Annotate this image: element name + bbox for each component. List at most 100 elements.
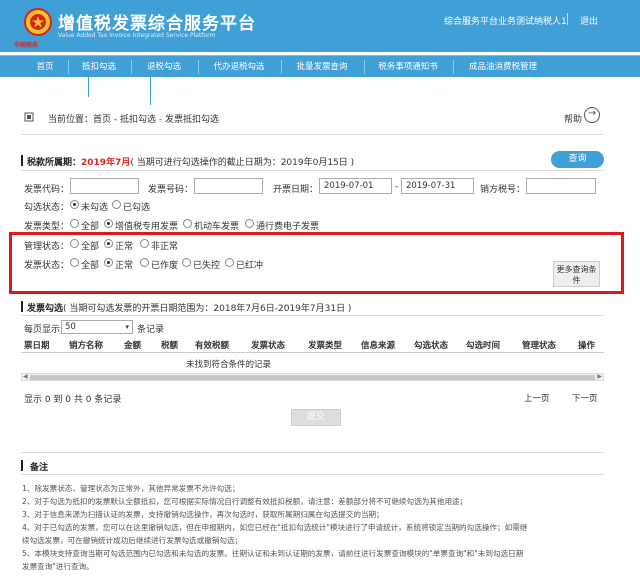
col-seller-name[interactable]: 销方名称 [69,339,103,351]
period-note: ( 当期可进行勾选操作的截止日期为：2019年0月15日 ) [130,158,355,168]
check-checked-label: 已勾选 [123,203,151,213]
invoice-section-note: ( 当期可勾选发票的开票日期范围为：2018年7月6日-2019年7月31日 ) [63,304,352,314]
header-divider [567,13,568,25]
status-normal-radio[interactable] [104,258,113,267]
date-to-input[interactable]: 2019-07-31 [401,178,474,194]
divider [21,474,604,475]
col-issue-date[interactable]: 票日期 [24,339,50,351]
remark-line: 3、对于信息来源为扫描认证的发票，支持撤销勾选操作，再次勾选时，获取所属期归属在… [22,510,384,519]
check-checked-radio[interactable] [112,200,121,209]
section-marker [21,301,23,312]
seller-tax-id-input[interactable] [526,178,596,194]
invoice-type-label: 发票类型： [24,222,70,232]
app-title: 增值税发票综合服务平台 [58,14,256,34]
more-conditions-button[interactable]: 更多查询条件 [553,261,600,287]
mgmt-abnormal-radio[interactable] [140,239,149,248]
divider [21,170,604,171]
col-info-source[interactable]: 信息来源 [361,339,395,351]
check-unchecked-radio[interactable] [70,200,79,209]
invoice-section-label: 发票勾选 [27,304,64,314]
nav-deduction-select[interactable]: 抵扣勾选 [70,56,128,78]
remark-line: 2、对于勾选为抵扣的发票默认全额抵扣，您可根据实际情况自行调整有效抵扣税额，请注… [22,497,468,506]
issue-date-label: 开票日期： [273,185,319,195]
status-outofcontrol-label: 已失控 [193,261,221,271]
status-normal-label: 正常 [115,261,134,271]
arrow-right-icon[interactable]: → [584,107,600,123]
date-separator: - [395,182,399,192]
type-all-label: 全部 [81,222,100,232]
type-vehicle-radio[interactable] [183,219,192,228]
app-subtitle: Value Added Tax Invoice Integrated Servi… [58,32,216,39]
col-tax[interactable]: 税额 [161,339,178,351]
nav-agent-refund-select[interactable]: 代办退税勾选 [200,56,278,78]
divider [21,134,604,135]
section-marker [21,460,23,471]
scrollbar-thumb[interactable] [30,375,595,380]
divider [21,452,604,453]
check-unchecked-label: 未勾选 [81,203,109,213]
breadcrumb: 当前位置：首页 - 抵扣勾选 - 发票抵扣勾选 [48,115,219,125]
col-valid-tax[interactable]: 有效税额 [195,339,229,351]
col-mgmt-status[interactable]: 管理状态 [522,339,556,351]
next-page-button[interactable]: 下一页 [572,392,598,404]
status-all-radio[interactable] [70,258,79,267]
mgmt-normal-label: 正常 [115,242,134,252]
nav-refund-select[interactable]: 退税勾选 [133,56,195,78]
logout-link[interactable]: 退出 [580,14,598,27]
invoice-code-label: 发票代码： [24,185,70,195]
type-vat-special-radio[interactable] [104,219,113,228]
seller-tax-id-label: 销方税号： [480,185,526,195]
col-invoice-type[interactable]: 发票类型 [308,339,342,351]
submit-button[interactable]: 提交 [291,409,341,426]
current-user[interactable]: 综合服务平台业务测试纳税人1 [444,14,567,27]
caret-down-icon: ▾ [125,323,129,331]
invoice-code-input[interactable] [70,178,139,194]
highlight-box [9,232,624,294]
nav-oil-tax[interactable]: 成品油消费税管理 [455,56,551,78]
status-voided-label: 已作废 [151,261,179,271]
col-amount[interactable]: 金额 [124,339,141,351]
invoice-number-label: 发票号码： [148,185,194,195]
col-action[interactable]: 操作 [578,339,595,351]
remark-line: 发票查询"进行查询。 [22,562,94,571]
scroll-left-icon[interactable]: ◀ [23,374,28,380]
mgmt-abnormal-label: 非正常 [151,242,179,252]
mgmt-all-label: 全部 [81,242,100,252]
mgmt-normal-radio[interactable] [104,239,113,248]
type-vat-special-label: 增值税专用发票 [115,222,179,232]
table-header: 票日期 销方名称 金额 税额 有效税额 发票状态 发票类型 信息来源 勾选状态 … [21,336,604,353]
nav-home[interactable]: 首页 [24,56,66,78]
status-redflush-radio[interactable] [225,258,234,267]
help-link[interactable]: 帮助 [564,112,582,125]
col-invoice-status[interactable]: 发票状态 [251,339,285,351]
status-all-label: 全部 [81,261,100,271]
col-check-status[interactable]: 勾选状态 [414,339,448,351]
remark-line: 4、对于已勾选的发票，您可以在这里撤销勾选，但在申报期内，如您已经在"抵扣勾选统… [22,523,528,532]
nav-tax-notice[interactable]: 税务事项通知书 [366,56,450,78]
status-outofcontrol-radio[interactable] [182,258,191,267]
type-all-radio[interactable] [70,219,79,228]
remark-line: 1、除发票状态、管理状态为正常外，其他异常发票不允许勾选； [22,484,240,493]
nav-batch-invoice-query[interactable]: 批量发票查询 [283,56,361,78]
period-line: 税款所属期：2019年7月( 当期可进行勾选操作的截止日期为：2019年0月15… [27,155,354,168]
query-button[interactable]: 查询 [551,151,604,168]
records-label: 条记录 [137,325,165,335]
type-vehicle-label: 机动车发票 [194,222,240,232]
date-from-input[interactable]: 2019-07-01 [319,178,392,194]
invoice-number-input[interactable] [194,178,263,194]
status-redflush-label: 已红冲 [236,261,264,271]
col-check-time[interactable]: 勾选时间 [466,339,500,351]
remarks-title: 备注 [30,463,49,473]
pagination-summary: 显示 0 到 0 共 0 条记录 [24,395,122,405]
status-voided-radio[interactable] [140,258,149,267]
mgmt-all-radio[interactable] [70,239,79,248]
location-icon [24,112,34,122]
nav-pointer-line [88,77,89,97]
prev-page-button[interactable]: 上一页 [524,392,550,404]
per-page-label: 每页显示 [24,325,61,335]
invoice-status-label: 发票状态： [24,261,70,271]
scroll-right-icon[interactable]: ▶ [597,374,602,380]
horizontal-scrollbar[interactable]: ◀ ▶ [21,373,604,381]
per-page-select[interactable]: 50 ▾ [61,320,133,334]
type-toll-radio[interactable] [245,219,254,228]
